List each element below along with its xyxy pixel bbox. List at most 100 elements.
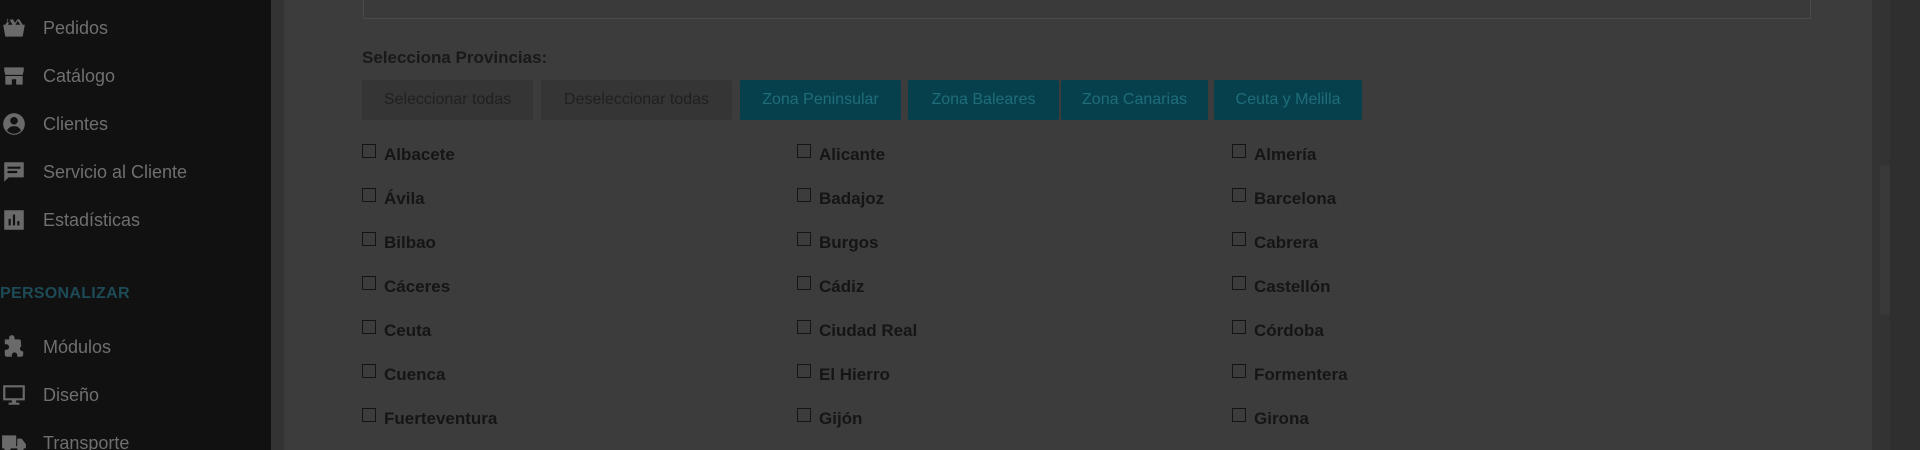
province-option[interactable]: Castellón bbox=[1232, 275, 1331, 299]
province-label: Almería bbox=[1254, 145, 1317, 164]
province-label: Barcelona bbox=[1254, 189, 1337, 208]
province-label: Gijón bbox=[819, 409, 863, 428]
province-option[interactable]: Burgos bbox=[797, 231, 879, 255]
provinces-title: Selecciona Provincias: bbox=[362, 48, 548, 67]
province-label: Alicante bbox=[819, 145, 886, 164]
province-checkbox[interactable] bbox=[362, 320, 376, 334]
province-checkbox[interactable] bbox=[1232, 188, 1246, 202]
bar-chart-icon bbox=[0, 206, 28, 234]
scrollbar-track[interactable] bbox=[1890, 0, 1920, 450]
chat-icon bbox=[0, 158, 28, 186]
province-checkbox[interactable] bbox=[1232, 276, 1246, 290]
province-option[interactable]: Badajoz bbox=[797, 187, 884, 211]
sidebar-item-clientes[interactable]: Clientes bbox=[0, 104, 271, 144]
sidebar-item-label: Clientes bbox=[43, 113, 109, 134]
province-option[interactable]: Bilbao bbox=[362, 231, 436, 255]
sidebar-item-servicio[interactable]: Servicio al Cliente bbox=[0, 152, 271, 192]
province-option[interactable]: Barcelona bbox=[1232, 187, 1336, 211]
province-option[interactable]: Cádiz bbox=[797, 275, 864, 299]
sidebar-item-label: Estadísticas bbox=[43, 209, 141, 230]
province-option[interactable]: Alicante bbox=[797, 143, 885, 167]
store-icon bbox=[0, 62, 28, 90]
section-title-personalizar: PERSONALIZAR bbox=[0, 285, 130, 302]
province-checkbox[interactable] bbox=[797, 144, 811, 158]
sidebar-item-estadisticas[interactable]: Estadísticas bbox=[0, 200, 271, 240]
province-checkbox[interactable] bbox=[797, 276, 811, 290]
province-label: Burgos bbox=[819, 233, 879, 252]
province-label: Cádiz bbox=[819, 277, 865, 296]
province-checkbox[interactable] bbox=[797, 232, 811, 246]
province-checkbox[interactable] bbox=[797, 320, 811, 334]
province-label: Castellón bbox=[1254, 277, 1331, 296]
monitor-icon bbox=[0, 381, 28, 409]
user-circle-icon bbox=[0, 110, 28, 138]
province-option[interactable]: Ceuta bbox=[362, 319, 431, 343]
sidebar-item-label: Pedidos bbox=[43, 17, 109, 38]
sidebar-item-label: Servicio al Cliente bbox=[43, 161, 188, 182]
province-option[interactable]: Albacete bbox=[362, 143, 455, 167]
province-label: Cáceres bbox=[384, 277, 451, 296]
province-label: Albacete bbox=[384, 145, 455, 164]
province-checkbox[interactable] bbox=[797, 364, 811, 378]
province-option[interactable]: Formentera bbox=[1232, 363, 1348, 387]
province-checkbox[interactable] bbox=[797, 188, 811, 202]
app-root: Pedidos Catálogo Clientes Servicio al Cl… bbox=[0, 0, 1920, 450]
province-label: Ávila bbox=[384, 189, 425, 208]
province-option[interactable]: Girona bbox=[1232, 407, 1309, 431]
province-checkbox[interactable] bbox=[362, 276, 376, 290]
sidebar: Pedidos Catálogo Clientes Servicio al Cl… bbox=[0, 0, 271, 450]
province-option[interactable]: Almería bbox=[1232, 143, 1316, 167]
puzzle-icon bbox=[0, 333, 28, 361]
province-label: Bilbao bbox=[384, 233, 436, 252]
province-checkbox[interactable] bbox=[362, 232, 376, 246]
province-label: El Hierro bbox=[819, 365, 890, 384]
province-checkbox[interactable] bbox=[1232, 408, 1246, 422]
province-option[interactable]: Cuenca bbox=[362, 363, 445, 387]
province-checkbox[interactable] bbox=[362, 408, 376, 422]
province-checkbox[interactable] bbox=[1232, 320, 1246, 334]
truck-icon bbox=[0, 429, 28, 450]
scrollbar-thumb[interactable] bbox=[1880, 165, 1890, 315]
sidebar-item-label: Catálogo bbox=[43, 65, 116, 86]
province-checkbox[interactable] bbox=[1232, 144, 1246, 158]
sidebar-item-transporte[interactable]: Transporte bbox=[0, 423, 271, 450]
province-option[interactable]: Cáceres bbox=[362, 275, 450, 299]
province-label: Córdoba bbox=[1254, 321, 1324, 340]
sidebar-item-pedidos[interactable]: Pedidos bbox=[0, 8, 271, 48]
province-checkbox[interactable] bbox=[1232, 364, 1246, 378]
zona-baleares-button[interactable]: Zona Baleares bbox=[908, 80, 1059, 120]
basket-icon bbox=[0, 14, 28, 42]
province-checkbox[interactable] bbox=[797, 408, 811, 422]
sidebar-item-label: Transporte bbox=[43, 432, 130, 450]
province-checkbox[interactable] bbox=[362, 144, 376, 158]
province-option[interactable]: Gijón bbox=[797, 407, 862, 431]
deselect-all-button[interactable]: Deseleccionar todas bbox=[541, 80, 732, 120]
province-option[interactable]: Fuerteventura bbox=[362, 407, 497, 431]
province-checkbox[interactable] bbox=[362, 364, 376, 378]
province-option[interactable]: Cabrera bbox=[1232, 231, 1318, 255]
sidebar-item-label: Módulos bbox=[43, 336, 112, 357]
province-option[interactable]: El Hierro bbox=[797, 363, 890, 387]
province-label: Ciudad Real bbox=[819, 321, 918, 340]
province-label: Cuenca bbox=[384, 365, 446, 384]
province-option[interactable]: Ávila bbox=[362, 187, 425, 211]
ceuta-melilla-button[interactable]: Ceuta y Melilla bbox=[1214, 80, 1362, 120]
province-label: Fuerteventura bbox=[384, 409, 498, 428]
sidebar-item-modulos[interactable]: Módulos bbox=[0, 327, 271, 367]
province-checkbox[interactable] bbox=[1232, 232, 1246, 246]
select-all-button[interactable]: Seleccionar todas bbox=[362, 80, 533, 120]
province-option[interactable]: Ciudad Real bbox=[797, 319, 917, 343]
province-label: Badajoz bbox=[819, 189, 885, 208]
province-label: Cabrera bbox=[1254, 233, 1319, 252]
province-label: Formentera bbox=[1254, 365, 1348, 384]
zona-peninsular-button[interactable]: Zona Peninsular bbox=[740, 80, 901, 120]
province-label: Ceuta bbox=[384, 321, 432, 340]
sidebar-item-catalogo[interactable]: Catálogo bbox=[0, 56, 271, 96]
sidebar-item-diseno[interactable]: Diseño bbox=[0, 375, 271, 415]
sidebar-item-label: Diseño bbox=[43, 384, 100, 405]
province-label: Girona bbox=[1254, 409, 1309, 428]
province-option[interactable]: Córdoba bbox=[1232, 319, 1324, 343]
zona-canarias-button[interactable]: Zona Canarias bbox=[1061, 80, 1208, 120]
previous-panel bbox=[363, 0, 1811, 19]
province-checkbox[interactable] bbox=[362, 188, 376, 202]
